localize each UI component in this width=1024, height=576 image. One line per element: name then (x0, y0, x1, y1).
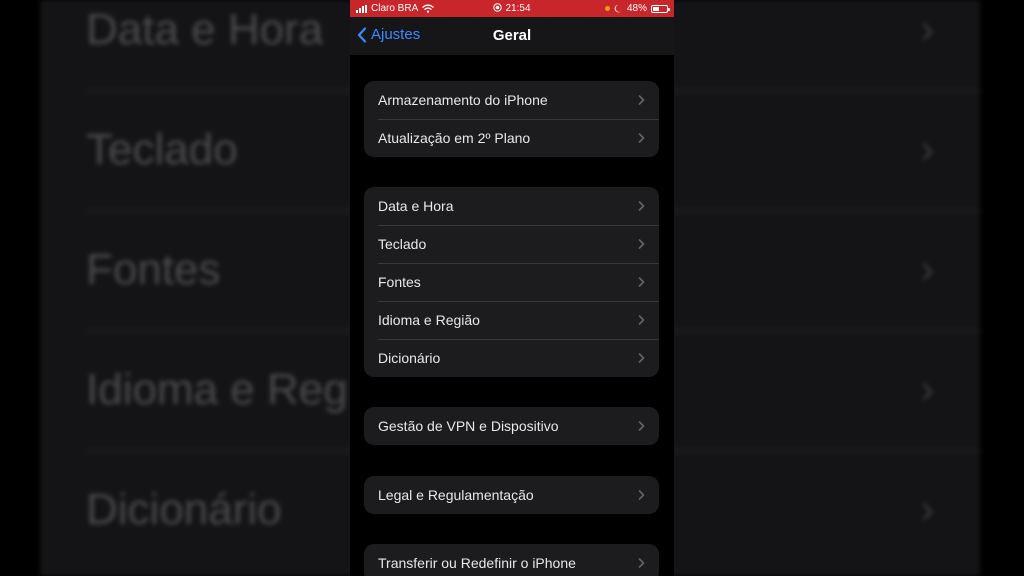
chevron-right-icon (638, 239, 645, 249)
bg-row-label: Fontes (86, 245, 221, 294)
settings-group: Gestão de VPN e Dispositivo (364, 407, 659, 445)
list-item-dicionario[interactable]: Dicionário (364, 339, 659, 377)
navigation-bar: Ajustes Geral (350, 17, 674, 55)
chevron-right-icon (638, 95, 645, 105)
list-item-label: Idioma e Região (378, 312, 480, 328)
battery-level (653, 6, 660, 11)
chevron-right-icon: › (920, 367, 934, 412)
list-item-label: Fontes (378, 274, 421, 290)
battery-percent: 48% (626, 3, 647, 14)
settings-group: Transferir ou Redefinir o iPhone (364, 544, 659, 576)
chevron-right-icon: › (920, 247, 934, 292)
settings-group: Armazenamento do iPhone Atualização em 2… (364, 81, 659, 157)
bg-row-label: Teclado (86, 125, 238, 174)
list-item-armazenamento[interactable]: Armazenamento do iPhone (364, 81, 659, 119)
phone-screen: Claro BRA 21:54 48% Ajustes Geral Armaze… (350, 0, 674, 576)
status-time: 21:54 (505, 3, 531, 14)
chevron-right-icon: › (920, 127, 934, 172)
list-item-idioma-e-regiao[interactable]: Idioma e Região (364, 301, 659, 339)
moon-icon (614, 4, 621, 13)
chevron-right-icon (638, 133, 645, 143)
battery-icon (651, 4, 670, 13)
bg-row-label: Idioma e Reg (86, 365, 348, 414)
list-item-gestao-vpn[interactable]: Gestão de VPN e Dispositivo (364, 407, 659, 445)
list-item-label: Transferir ou Redefinir o iPhone (378, 555, 576, 571)
settings-group: Legal e Regulamentação (364, 476, 659, 514)
list-item-atualizacao[interactable]: Atualização em 2º Plano (364, 119, 659, 157)
chevron-right-icon (638, 490, 645, 500)
list-item-label: Dicionário (378, 350, 441, 366)
list-item-label: Teclado (378, 236, 427, 252)
list-item-teclado[interactable]: Teclado (364, 225, 659, 263)
list-item-data-e-hora[interactable]: Data e Hora (364, 187, 659, 225)
bg-row-label: Dicionário (86, 485, 282, 534)
privacy-indicator-dot (604, 6, 610, 11)
chevron-right-icon (638, 421, 645, 431)
chevron-right-icon (638, 277, 645, 287)
screen-record-icon (493, 3, 503, 12)
list-item-label: Data e Hora (378, 198, 454, 214)
list-item-legal[interactable]: Legal e Regulamentação (364, 476, 659, 514)
chevron-right-icon (638, 201, 645, 211)
chevron-right-icon: › (920, 487, 934, 532)
settings-group: Data e Hora Teclado Fontes Idioma e Regi… (364, 187, 659, 377)
list-item-label: Gestão de VPN e Dispositivo (378, 418, 559, 434)
status-right: 48% (604, 3, 670, 14)
list-item-label: Armazenamento do iPhone (378, 92, 548, 108)
chevron-right-icon (638, 558, 645, 568)
chevron-right-icon (638, 315, 645, 325)
list-item-label: Atualização em 2º Plano (378, 130, 531, 146)
list-item-fontes[interactable]: Fontes (364, 263, 659, 301)
status-bar: Claro BRA 21:54 48% (350, 0, 674, 17)
page-title: Geral (492, 27, 532, 44)
bg-row-label: Data e Hora (86, 5, 324, 54)
chevron-right-icon (638, 353, 645, 363)
list-item-label: Legal e Regulamentação (378, 487, 534, 503)
chevron-right-icon: › (920, 7, 934, 52)
list-item-transferir[interactable]: Transferir ou Redefinir o iPhone (364, 544, 659, 576)
